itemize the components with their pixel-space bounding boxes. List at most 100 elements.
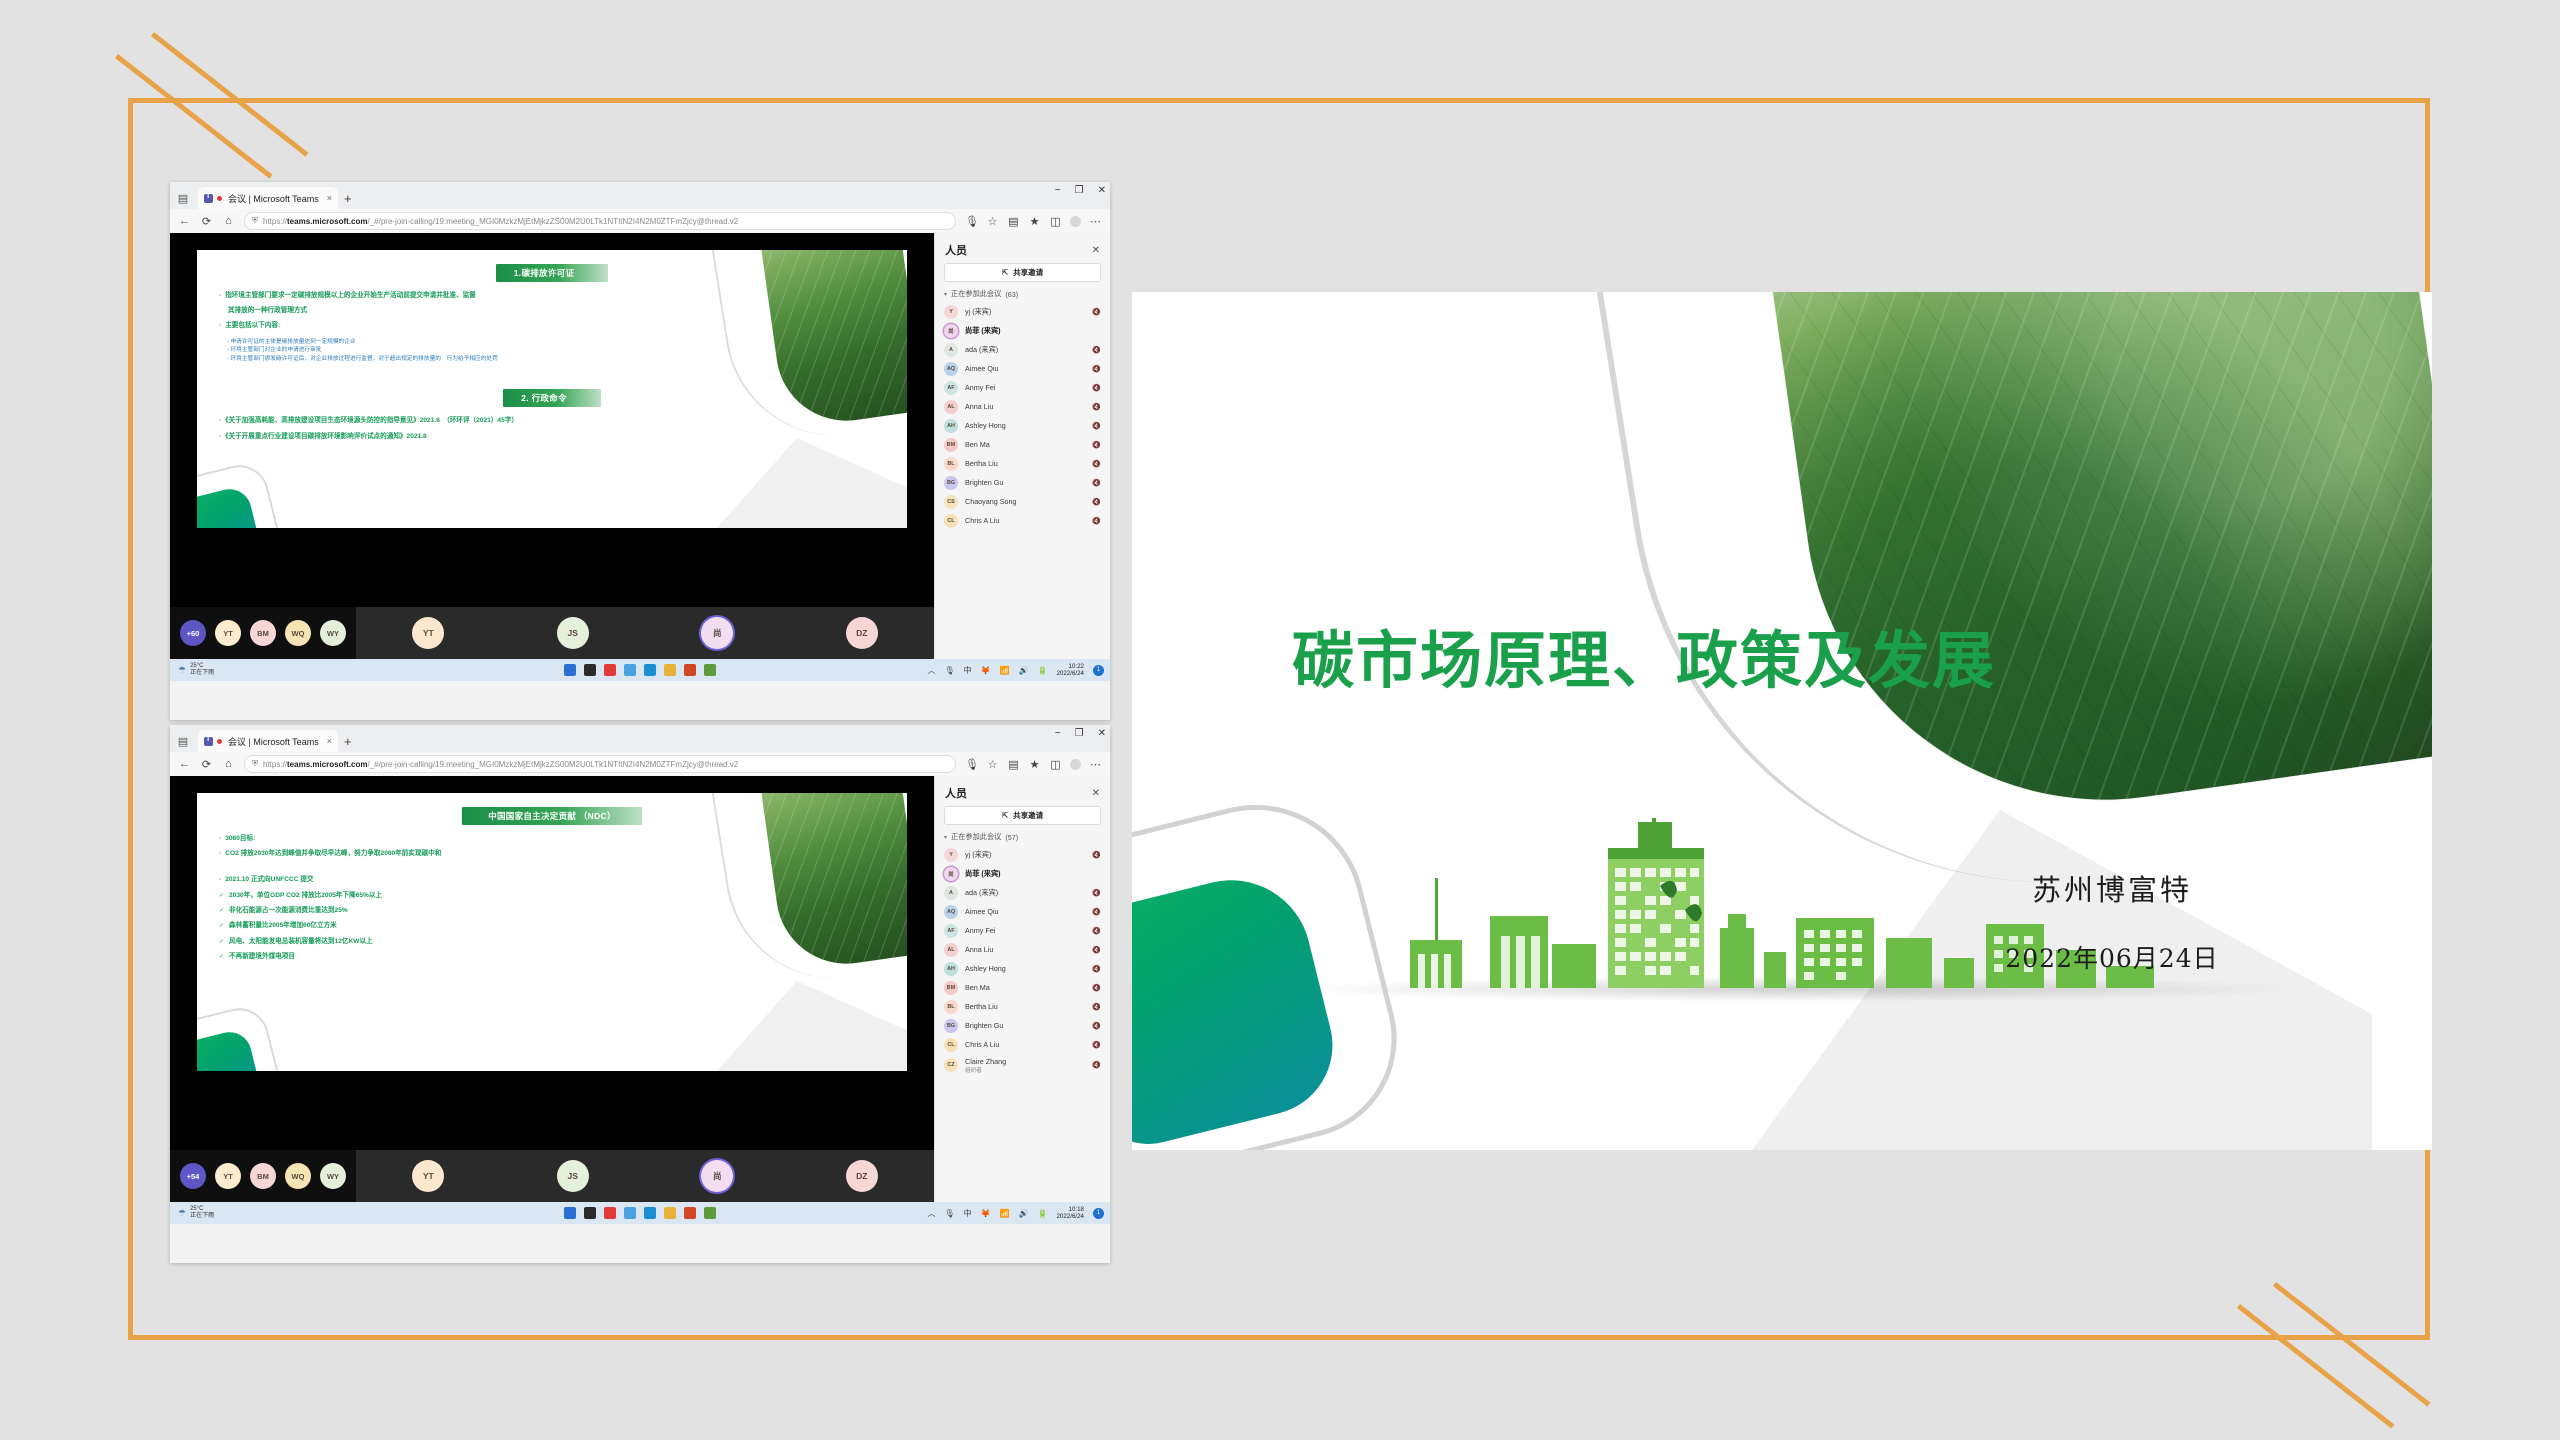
back-icon[interactable]: ← (178, 758, 191, 770)
collections-icon[interactable]: ▤ (1007, 758, 1020, 771)
edge-icon[interactable] (644, 664, 656, 676)
participant-row[interactable]: AQ Aimee Qiu 🔇 (935, 902, 1110, 921)
share-invite-button[interactable]: ⇱ 共享邀请 (944, 263, 1101, 282)
new-tab-button[interactable]: + (344, 191, 352, 209)
close-icon[interactable]: ✕ (1092, 245, 1100, 256)
ime-icon[interactable]: 中 (964, 665, 972, 676)
browser-window-1[interactable]: ▤ 会议 | Microsoft Teams × + − ❐ ✕ ← ⟳ ⌂ ⛨… (170, 182, 1110, 720)
mic-muted-icon[interactable]: 🔇 (1092, 346, 1101, 354)
close-button[interactable]: ✕ (1098, 728, 1106, 739)
battery-icon[interactable]: 🔋 (1038, 666, 1048, 675)
tray-participant-tile[interactable]: JS (556, 1160, 589, 1192)
browser-window-2[interactable]: ▤ 会议 | Microsoft Teams × + − ❐ ✕ ← ⟳ ⌂ ⛨… (170, 725, 1110, 1263)
reload-icon[interactable]: ⟳ (200, 215, 213, 228)
sogou-icon[interactable]: 🦊 (981, 666, 991, 675)
participant-row[interactable]: A ada (来宾) 🔇 (935, 340, 1110, 359)
mic-muted-icon[interactable]: 🔇 (1092, 965, 1101, 973)
close-icon[interactable]: ✕ (1092, 788, 1100, 799)
taskbar-clock[interactable]: 10:22 2022/6/24 (1056, 663, 1084, 678)
mic-muted-icon[interactable]: 🔇 (1092, 1061, 1101, 1069)
participant-row[interactable]: AL Anna Liu 🔇 (935, 940, 1110, 959)
participant-row[interactable]: AL Anna Liu 🔇 (935, 397, 1110, 416)
mic-muted-icon[interactable]: 🔇 (1092, 479, 1101, 487)
mic-muted-icon[interactable]: 🔇 (1092, 851, 1101, 859)
wifi-icon[interactable]: 📶 (1000, 666, 1010, 675)
mic-muted-icon[interactable]: 🔇 (1092, 889, 1101, 897)
participant-row[interactable]: CZ Claire Zhang 组织者 🔇 (935, 1054, 1110, 1076)
taskbar-clock[interactable]: 10:18 2022/6/24 (1056, 1206, 1084, 1221)
tray-avatar[interactable]: WQ (285, 620, 311, 646)
mic-muted-icon[interactable]: 🔇 (1092, 908, 1101, 916)
chevron-up-icon[interactable]: ︿ (927, 665, 935, 676)
mic-muted-icon[interactable]: 🔇 (1092, 1041, 1101, 1049)
recorder-icon[interactable] (604, 1207, 616, 1219)
powerpoint-icon[interactable] (684, 664, 696, 676)
maximize-button[interactable]: ❐ (1075, 728, 1084, 739)
browser-tab[interactable]: 会议 | Microsoft Teams × (198, 187, 338, 209)
tray-avatar[interactable]: WY (320, 1163, 346, 1189)
participant-row[interactable]: AQ Aimee Qiu 🔇 (935, 359, 1110, 378)
people-section-header[interactable]: ▾ 正在参加此会议 (63) (935, 282, 1110, 302)
star-icon[interactable]: ☆ (986, 215, 999, 228)
chevron-up-icon[interactable]: ︿ (927, 1208, 935, 1219)
mic-muted-icon[interactable]: 🔇 (1092, 422, 1101, 430)
split-icon[interactable]: ◫ (1049, 758, 1062, 771)
profile-icon[interactable] (1070, 758, 1081, 770)
mic-icon[interactable]: 🎙 (965, 215, 979, 228)
tray-participant-tile[interactable]: DZ (845, 617, 878, 649)
share-invite-button[interactable]: ⇱ 共享邀请 (944, 806, 1101, 825)
edge-icon[interactable] (644, 1207, 656, 1219)
participant-row[interactable]: AF Anmy Fei 🔇 (935, 921, 1110, 940)
more-icon[interactable]: ⋯ (1089, 215, 1102, 228)
browser-tab[interactable]: 会议 | Microsoft Teams × (198, 730, 338, 752)
close-button[interactable]: ✕ (1098, 185, 1106, 196)
participant-row[interactable]: AF Anmy Fei 🔇 (935, 378, 1110, 397)
overflow-avatar[interactable]: +54 (180, 1163, 206, 1189)
mic-muted-icon[interactable]: 🔇 (1092, 946, 1101, 954)
tray-participant-tile[interactable]: YT (412, 1160, 445, 1192)
mic-muted-icon[interactable]: 🔇 (1092, 441, 1101, 449)
powerpoint-icon[interactable] (684, 1207, 696, 1219)
reload-icon[interactable]: ⟳ (200, 758, 213, 771)
volume-icon[interactable]: 🔊 (1019, 1209, 1029, 1218)
tray-participant-tile[interactable]: YT (412, 617, 445, 649)
new-tab-button[interactable]: + (344, 734, 352, 752)
teams-icon[interactable] (704, 664, 716, 676)
tray-avatar[interactable]: YT (215, 1163, 241, 1189)
notification-badge[interactable]: 1 (1093, 1207, 1104, 1219)
tray-avatar[interactable]: YT (215, 620, 241, 646)
address-bar[interactable]: ⛨ https://teams.microsoft.com/_#/pre-joi… (244, 755, 956, 773)
recorder-icon[interactable] (604, 664, 616, 676)
teams-icon[interactable] (704, 1207, 716, 1219)
explorer-icon[interactable] (664, 1207, 676, 1219)
participant-row[interactable]: CL Chris A Liu 🔇 (935, 1035, 1110, 1054)
tray-participant-tile[interactable]: JS (556, 617, 589, 649)
back-icon[interactable]: ← (178, 215, 191, 227)
tray-participant-tile[interactable]: 尚 (701, 617, 734, 649)
tray-avatar[interactable]: WY (320, 620, 346, 646)
mic-muted-icon[interactable]: 🔇 (1092, 403, 1101, 411)
mic-muted-icon[interactable]: 🔇 (1092, 308, 1101, 316)
participant-row[interactable]: BL Bertha Liu 🔇 (935, 454, 1110, 473)
home-icon[interactable]: ⌂ (222, 758, 235, 770)
explorer-icon[interactable] (664, 664, 676, 676)
volume-icon[interactable]: 🔊 (1019, 666, 1029, 675)
taskview-icon[interactable] (584, 664, 596, 676)
participant-row[interactable]: A ada (来宾) 🔇 (935, 883, 1110, 902)
ime-icon[interactable]: 中 (964, 1208, 972, 1219)
notification-badge[interactable]: 1 (1093, 664, 1104, 676)
people-section-header[interactable]: ▾ 正在参加此会议 (57) (935, 825, 1110, 845)
participant-list[interactable]: Y yj (来宾) 🔇 尚 尚菲 (来宾) A ada (来宾) 🔇 AQ Ai… (935, 302, 1110, 659)
mic-muted-icon[interactable]: 🔇 (1092, 498, 1101, 506)
search-icon[interactable] (624, 664, 636, 676)
close-icon[interactable]: × (327, 736, 332, 746)
minimize-button[interactable]: − (1055, 728, 1061, 739)
participant-row[interactable]: AH Ashley Hong 🔇 (935, 416, 1110, 435)
more-icon[interactable]: ⋯ (1089, 758, 1102, 771)
participant-row[interactable]: BG Brighten Gu 🔇 (935, 473, 1110, 492)
battery-icon[interactable]: 🔋 (1038, 1209, 1048, 1218)
tab-search-icon[interactable]: ▤ (170, 730, 196, 752)
participant-list[interactable]: Y yj (来宾) 🔇 尚 尚菲 (来宾) A ada (来宾) 🔇 AQ Ai… (935, 845, 1110, 1202)
close-icon[interactable]: × (327, 193, 332, 203)
participant-row[interactable]: Y yj (来宾) 🔇 (935, 845, 1110, 864)
